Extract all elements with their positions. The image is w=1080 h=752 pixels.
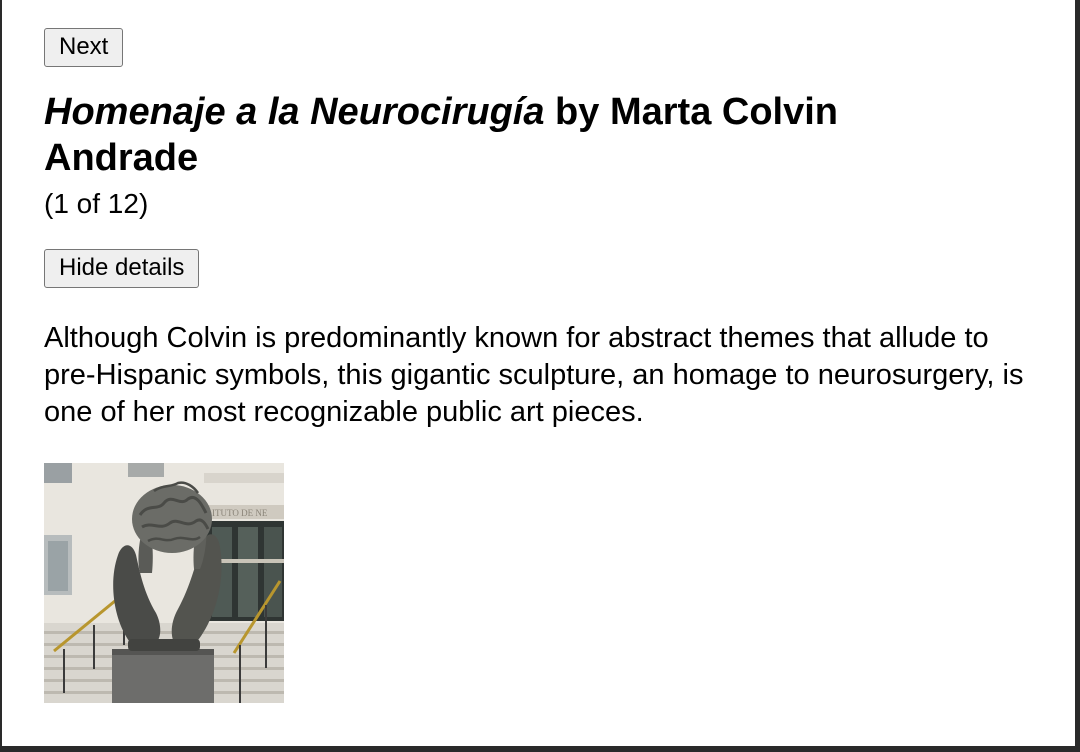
artwork-image: ITUTO DE NE [44, 463, 284, 703]
artwork-title: Homenaje a la Neurocirugía [44, 91, 545, 133]
artwork-heading: Homenaje a la Neurocirugía by Marta Colv… [44, 89, 944, 181]
browser-viewport: Next Homenaje a la Neurocirugía by Marta… [2, 0, 1075, 746]
sculpture-photo: ITUTO DE NE [44, 463, 284, 703]
next-button[interactable]: Next [44, 28, 124, 67]
artwork-counter: (1 of 12) [44, 188, 149, 219]
artwork-viewer: Next Homenaje a la Neurocirugía by Marta… [44, 28, 1044, 703]
hide-details-button[interactable]: Hide details [44, 249, 200, 288]
building-sign-text: ITUTO DE NE [212, 508, 268, 518]
artwork-description: Although Colvin is predominantly known f… [44, 322, 1024, 428]
